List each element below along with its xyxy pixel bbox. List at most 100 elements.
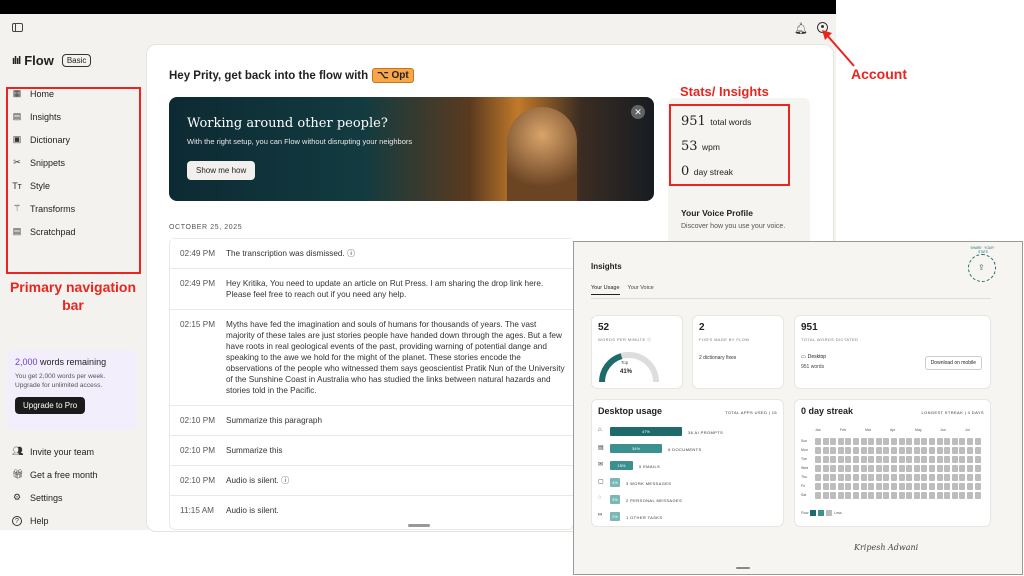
entry-time: 02:10 PM <box>180 476 216 485</box>
heatmap-cell <box>936 492 943 499</box>
sidebar-footer-item-get-a-free-month[interactable]: 🎁︎ Get a free month <box>12 463 137 486</box>
entry-text: Summarize this paragraph <box>226 416 323 425</box>
heatmap-cell <box>913 492 920 499</box>
heatmap-cell <box>883 483 890 490</box>
heatmap-cell <box>860 474 867 481</box>
heatmap-cell <box>830 483 837 490</box>
usage-bar-label: 1 OTHER TASKS <box>626 514 663 520</box>
entry-time: 02:15 PM <box>180 320 216 329</box>
heatmap-cell <box>891 447 897 454</box>
close-icon[interactable]: ✕ <box>631 105 645 119</box>
desktop-words: 951 words <box>801 364 825 370</box>
heatmap-cell <box>974 456 981 463</box>
heatmap-cell <box>891 438 897 445</box>
entry-text: Myths have fed the imagination and souls… <box>226 320 565 395</box>
heatmap-cell <box>891 483 897 490</box>
heatmap-cell <box>906 438 913 445</box>
sidebar-footer-item-help[interactable]: ? Help <box>12 509 137 532</box>
heatmap-cell <box>929 456 935 463</box>
nav-highlight-box <box>6 87 141 274</box>
streak-card: 0 day streak LONGEST STREAK | 4 DAYS Jan… <box>794 399 991 527</box>
insights-scroll-handle[interactable] <box>736 567 750 569</box>
heatmap-cell <box>959 438 966 445</box>
sidebar-footer-item-invite-your-team[interactable]: 👥︎ Invite your team <box>12 440 137 463</box>
chat-icon: ▢ <box>598 479 604 485</box>
heatmap-cell <box>974 483 981 490</box>
heatmap-cell <box>822 465 829 472</box>
legend-label: Flow <box>801 511 809 515</box>
heatmap-cell <box>936 474 943 481</box>
desktop-label: Desktop <box>807 354 827 360</box>
heatmap-cell <box>868 438 875 445</box>
sidebar-footer-item-label: Help <box>30 515 49 526</box>
heatmap-cell <box>967 492 973 499</box>
heatmap-cell <box>860 483 867 490</box>
heatmap-cell <box>891 456 897 463</box>
heatmap-cell <box>921 474 928 481</box>
share-stats-badge[interactable]: ⇪ SHARE · YOUR · STATS <box>968 246 996 282</box>
heatmap-cell <box>830 447 837 454</box>
download-mobile-button[interactable]: Download on mobile <box>924 356 982 370</box>
heatmap-cell <box>875 483 882 490</box>
heatmap-month: Mar <box>865 428 872 432</box>
heatmap-cell <box>944 474 951 481</box>
history-entry[interactable]: 02:49 PM The transcription was dismissed.… <box>170 238 573 268</box>
entry-text: Audio is silent. <box>226 506 279 515</box>
heatmap-cell <box>929 492 935 499</box>
heatmap-cell <box>898 456 905 463</box>
heatmap-day: Wed <box>801 466 809 470</box>
heatmap-cell <box>959 483 966 490</box>
heatmap-cell <box>875 492 882 499</box>
heatmap-cell <box>875 474 882 481</box>
heatmap-cell <box>921 483 928 490</box>
heatmap-month: Jan <box>815 428 821 432</box>
heatmap-cell <box>974 438 981 445</box>
heatmap-cell <box>845 474 852 481</box>
history-entry[interactable]: 02:15 PM Myths have fed the imagination a… <box>170 309 573 405</box>
history-entry[interactable]: 02:49 PM Hey Kritika, You need to update … <box>170 268 573 309</box>
heatmap-cell <box>860 492 867 499</box>
heatmap-cell <box>822 447 829 454</box>
heatmap-cell <box>921 465 928 472</box>
tab-your-usage[interactable]: Your Usage <box>591 285 620 295</box>
history-entry[interactable]: 11:15 AM Audio is silent. <box>170 495 573 525</box>
gauge-top-label: Top <box>621 360 629 365</box>
upgrade-button[interactable]: Upgrade to Pro <box>15 397 86 414</box>
bell-icon[interactable]: 🔔︎ <box>794 22 808 35</box>
history-entry[interactable]: 02:10 PM Audio is silent. ⓘ <box>170 465 573 495</box>
heatmap-cell <box>853 465 859 472</box>
heatmap-cell <box>944 456 951 463</box>
heatmap-cell <box>815 438 821 445</box>
sidebar-toggle-icon[interactable] <box>12 23 23 32</box>
heatmap-cell <box>815 492 821 499</box>
wpm-card-value: 52 <box>598 322 610 333</box>
tab-your-voice[interactable]: Your Voice <box>628 285 654 295</box>
sidebar-footer-item-settings[interactable]: ⚙ Settings <box>12 486 137 509</box>
heatmap-cell <box>853 474 859 481</box>
heatmap-cell <box>845 438 852 445</box>
heatmap-day: Fri <box>801 484 806 488</box>
insights-window: Insights ⇪ SHARE · YOUR · STATS Your Usa… <box>573 241 1023 575</box>
scroll-handle[interactable] <box>408 524 430 527</box>
heatmap-cell <box>815 465 821 472</box>
sidebar-footer-item-label: Get a free month <box>30 469 98 480</box>
sidebar-footer-item-label: Invite your team <box>30 446 95 457</box>
heatmap-day: Thu <box>801 475 808 479</box>
heatmap-cell <box>875 465 882 472</box>
heatmap-cell <box>974 447 981 454</box>
heatmap-cell <box>830 456 837 463</box>
brand: ılıl Flow Basic <box>12 53 92 68</box>
total-apps-label: TOTAL APPS USED | 15 <box>725 410 777 415</box>
message-icon: ◌ <box>598 495 602 501</box>
heatmap-cell <box>921 492 928 499</box>
heatmap-cell <box>853 456 859 463</box>
heatmap-cell <box>830 465 837 472</box>
heatmap-cell <box>875 447 882 454</box>
history-entry[interactable]: 02:10 PM Summarize this paragraph <box>170 405 573 435</box>
heatmap-cell <box>913 483 920 490</box>
banner-button[interactable]: Show me how <box>187 161 256 180</box>
history-entry[interactable]: 02:10 PM Summarize this <box>170 435 573 465</box>
gauge-pct: 41% <box>620 369 633 375</box>
legend-swatch <box>818 510 825 516</box>
heatmap-cell <box>906 456 913 463</box>
